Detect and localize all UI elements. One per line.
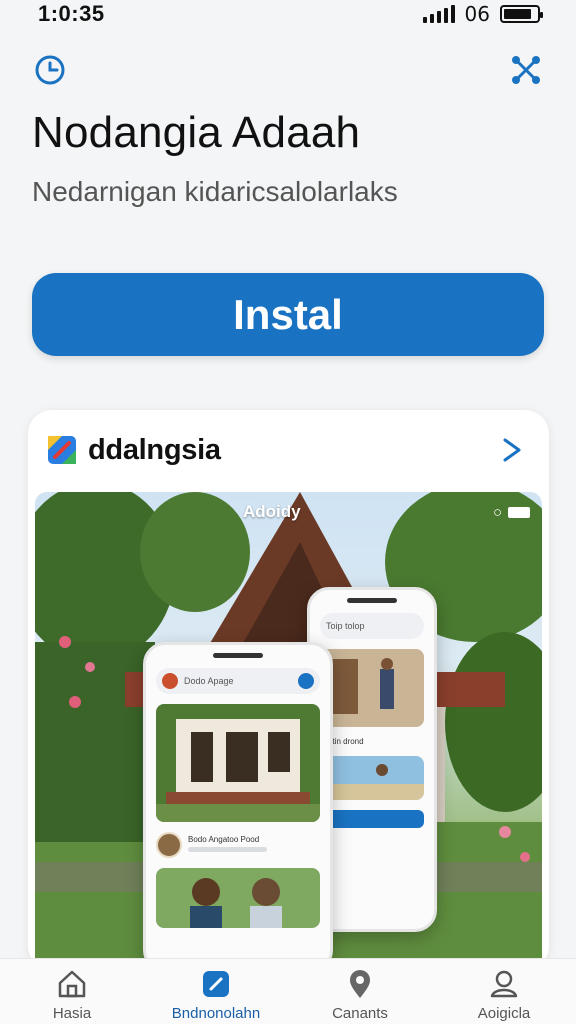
phone-photo [156,704,320,822]
network-label: 06 [464,2,490,26]
scene-badge: Adoidy [243,502,301,521]
top-icon-row [0,50,576,90]
beach-photo-image [320,756,424,800]
bottom-tab-bar: Hasia Bndnonolahn Canants Aoigicla [0,958,576,1024]
app-mini-icon [162,673,178,689]
tab-profile[interactable]: Aoigicla [439,967,569,1022]
interior-photo-image [320,649,424,727]
avatar [156,832,182,858]
share-icon[interactable] [506,50,546,90]
chevron-down-icon[interactable] [497,434,529,466]
people-photo-image [156,868,320,928]
tab-label: Bndnonolahn [171,1005,261,1022]
scene-battery-bar [508,507,530,518]
phone-row-label: Bodo Angatoo Pood [188,835,260,844]
phone-search-label: Dodo Apage [184,676,234,686]
phone-photo-2 [320,756,424,800]
phone-row: Bodo Angatoo Pood [156,832,320,858]
phone-row: Rettin drond [320,737,424,746]
phone-photo-2 [156,868,320,928]
clock-icon[interactable] [30,50,70,90]
battery-icon [500,5,543,23]
tab-download[interactable]: Bndnonolahn [151,967,281,1022]
phone-search: Dodo Apage [156,668,320,694]
app-title: Nodangia Adaah [32,108,361,157]
home-icon [55,967,89,1001]
scene-battery-icon: ○ [493,504,530,521]
phone-search-icon [298,673,314,689]
tab-label: Canants [332,1005,388,1022]
phone-search: Toip tolop [320,613,424,639]
tab-label: Hasia [52,1005,92,1022]
preview-screenshot: Adoidy ○ Toip tolop Rettin drond Dodo Ap… [35,492,542,970]
phone-photo [320,649,424,727]
app-logo-icon [48,436,76,464]
preview-card: ddalngsia Adoidy ○ Toip tolop Rettin dro… [28,410,549,970]
phone-notch [347,598,397,603]
tab-label: Aoigicla [477,1005,531,1022]
shield-icon [199,967,233,1001]
battery-fill [504,9,532,19]
card-header: ddalngsia [28,410,549,490]
signal-icon [422,5,455,23]
phone-search-label: Toip tolop [326,621,365,631]
scene-lock-icon: ○ [492,504,502,521]
phone-notch [213,653,263,658]
phone-line [188,847,268,852]
card-title: ddalngsia [88,433,221,466]
app-subtitle: Nedarnigan kidaricsalolarlaks [32,176,398,207]
install-button[interactable]: Instal [32,273,544,356]
phone-mockup-front: Dodo Apage Bodo Angatoo Pood [143,642,333,970]
status-time: 1:0:35 [38,1,105,26]
location-pin-icon [343,967,377,1001]
status-right: 06 [422,2,543,26]
status-bar: 1:0:35 06 [0,0,576,28]
phone-blue-button [320,810,424,828]
tab-home[interactable]: Hasia [7,967,137,1022]
tab-places[interactable]: Canants [295,967,425,1022]
phone-row-text: Bodo Angatoo Pood [188,835,320,855]
house-photo-image [156,704,320,822]
profile-icon [487,967,521,1001]
